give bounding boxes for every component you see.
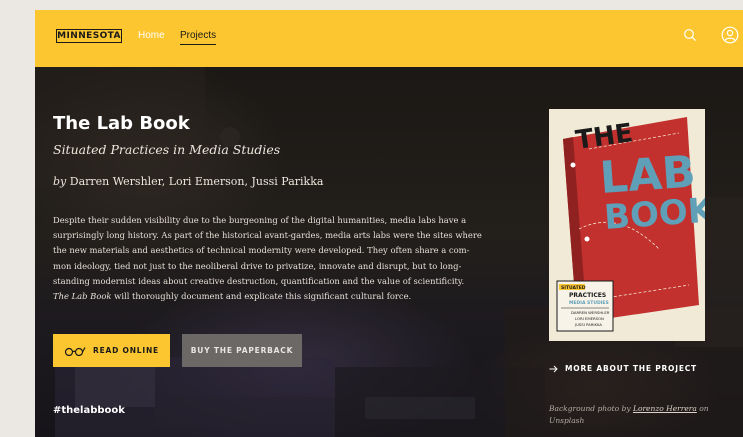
cover-art: THE LAB BOOK SITUATED PRACTICES MEDIA ST… xyxy=(549,109,705,341)
description-line: mon ideology, tied not just to the neoli… xyxy=(53,260,462,271)
read-online-button[interactable]: READ ONLINE xyxy=(53,334,170,367)
read-online-label: READ ONLINE xyxy=(93,346,159,355)
description-book-title: The Lab Book xyxy=(53,291,112,302)
buy-paperback-button[interactable]: BUY THE PAPERBACK xyxy=(182,334,302,367)
minnesota-logo[interactable]: MINNESOTA xyxy=(56,29,122,43)
nav-projects-link[interactable]: Projects xyxy=(180,30,217,45)
arrow-right-icon xyxy=(549,365,558,372)
user-icon[interactable] xyxy=(721,26,739,44)
description-line: The Lab Book will thoroughly document an… xyxy=(53,289,493,304)
cover-series-line2: MEDIA STUDIES xyxy=(569,300,609,306)
photo-credit: Background photo by Lorenzo Herrera on U… xyxy=(549,403,719,427)
cover-author: JUSSI PARIKKA xyxy=(574,322,602,327)
buy-paperback-label: BUY THE PAPERBACK xyxy=(190,346,294,355)
top-nav-bar: MINNESOTA Home Projects xyxy=(35,10,743,67)
description-line: the new materials and aesthetics of tech… xyxy=(53,245,470,256)
credit-author-link[interactable]: Lorenzo Herrera xyxy=(633,404,697,413)
credit-prefix: Background photo by xyxy=(549,404,631,413)
more-about-project-link[interactable]: MORE ABOUT THE PROJECT xyxy=(549,364,697,373)
search-icon[interactable] xyxy=(683,28,697,42)
hero-section: The Lab Book Situated Practices in Media… xyxy=(35,67,743,437)
description-line: surprisingly long history. As part of th… xyxy=(53,230,482,241)
glasses-icon xyxy=(64,346,86,356)
book-cover[interactable]: THE LAB BOOK SITUATED PRACTICES MEDIA ST… xyxy=(549,109,705,341)
byline-prefix: by xyxy=(53,175,67,188)
description-line: standing modernist ideas about creative … xyxy=(53,275,465,286)
book-title: The Lab Book xyxy=(53,113,190,134)
book-description: Despite their sudden visibility due to t… xyxy=(53,213,493,304)
logo-text: MINNESOTA xyxy=(57,31,121,41)
cover-series-line1: PRACTICES xyxy=(569,292,606,299)
cover-series-tag: SITUATED xyxy=(561,285,586,291)
page-frame: MINNESOTA Home Projects The Lab Book Sit… xyxy=(35,10,743,437)
nav-home-link[interactable]: Home xyxy=(138,30,165,41)
more-about-label: MORE ABOUT THE PROJECT xyxy=(565,364,697,373)
cover-author: DARREN WERSHLER xyxy=(571,310,610,315)
book-byline: by Darren Wershler, Lori Emerson, Jussi … xyxy=(53,175,323,188)
cover-word-book: BOOK xyxy=(603,190,705,238)
hashtag: #thelabbook xyxy=(53,405,125,416)
book-authors: Darren Wershler, Lori Emerson, Jussi Par… xyxy=(69,175,324,188)
description-last-text: will thoroughly document and explicate t… xyxy=(111,291,412,302)
description-line: Despite their sudden visibility due to t… xyxy=(53,215,467,225)
cover-author: LORI EMERSON xyxy=(575,316,604,321)
book-subtitle: Situated Practices in Media Studies xyxy=(53,142,281,157)
